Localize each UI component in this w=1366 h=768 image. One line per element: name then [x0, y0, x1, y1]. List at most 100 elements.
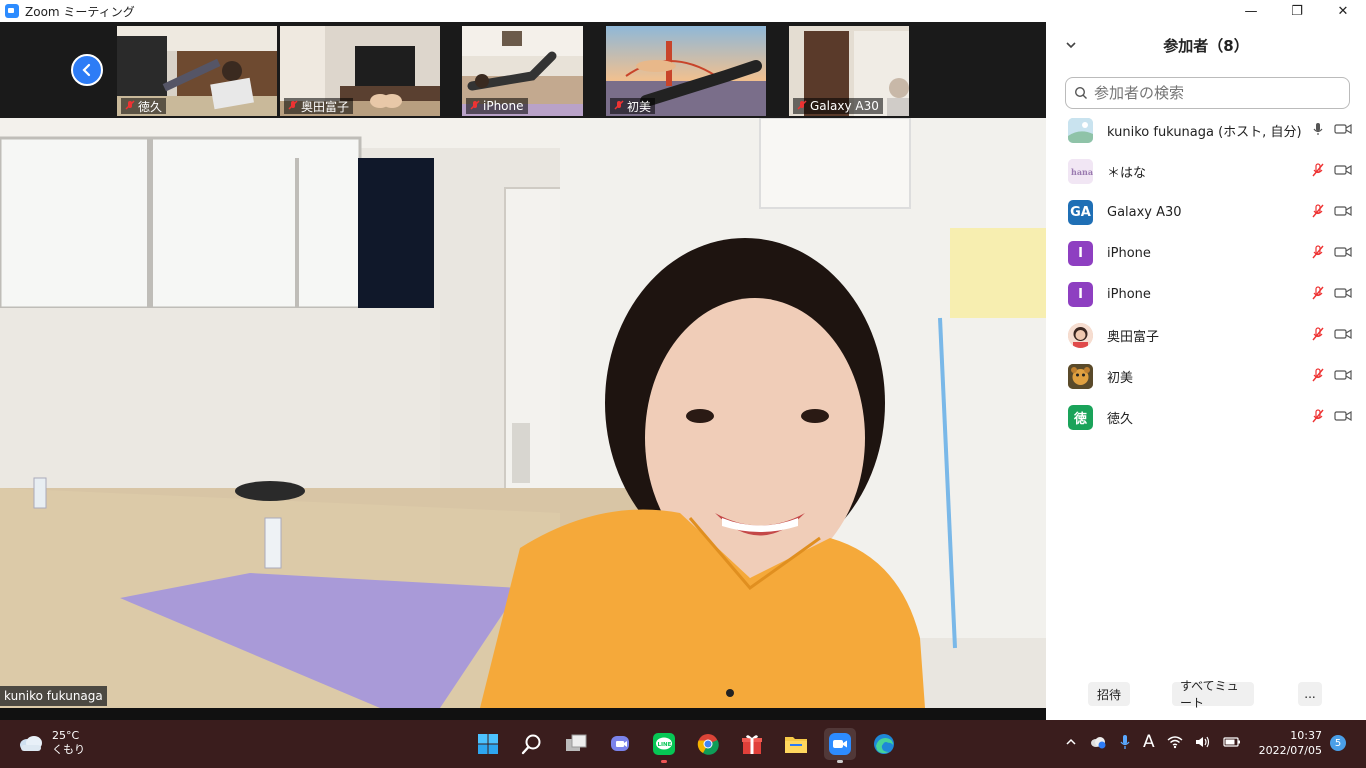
weather-widget[interactable]: 25°C くもり	[18, 729, 85, 757]
strip-prev-button[interactable]	[71, 54, 103, 86]
video-bottom-bar	[0, 708, 1046, 720]
notification-badge[interactable]: 5	[1330, 735, 1346, 751]
search-taskbar-button[interactable]	[516, 728, 548, 760]
windows-icon	[478, 734, 498, 754]
avatar	[1068, 364, 1093, 389]
teams-chat-button[interactable]	[604, 728, 636, 760]
task-view-button[interactable]	[560, 728, 592, 760]
svg-text:hana: hana	[1071, 167, 1093, 177]
video-thumbnail[interactable]: 奥田富子	[280, 26, 440, 116]
video-thumbnail[interactable]: iPhone	[462, 26, 583, 116]
weather-desc: くもり	[52, 743, 85, 756]
participant-search[interactable]	[1065, 77, 1350, 109]
svg-text:LINE: LINE	[658, 742, 672, 748]
chevron-up-icon[interactable]	[1065, 736, 1077, 748]
running-indicator	[661, 760, 667, 763]
mic-muted-icon	[797, 100, 807, 112]
participant-name: 徳久	[1107, 412, 1134, 427]
mic-muted-icon[interactable]	[1312, 368, 1324, 382]
zoom-app-icon	[5, 4, 19, 18]
search-icon	[521, 734, 541, 755]
participant-row[interactable]: 奥田富子	[1046, 315, 1366, 356]
video-camera-icon[interactable]	[1334, 164, 1352, 176]
mic-muted-icon	[470, 100, 480, 112]
video-camera-icon[interactable]	[1334, 123, 1352, 135]
line-app-button[interactable]: LINE	[648, 728, 680, 763]
video-thumbnail[interactable]: 初美	[606, 26, 766, 116]
microphone-icon[interactable]	[1119, 734, 1131, 750]
mic-muted-icon[interactable]	[1312, 245, 1324, 259]
cloud-icon	[20, 736, 42, 751]
chevron-down-icon[interactable]	[1064, 38, 1078, 52]
thumbnail-name: 徳久	[138, 99, 163, 114]
invite-button[interactable]: 招待	[1088, 682, 1130, 706]
volume-icon[interactable]	[1195, 735, 1211, 749]
avatar: hana	[1068, 159, 1093, 184]
video-camera-icon[interactable]	[1334, 246, 1352, 258]
chrome-button[interactable]	[692, 728, 724, 760]
ime-indicator[interactable]: A	[1143, 732, 1155, 752]
avatar: I	[1068, 282, 1093, 307]
video-camera-icon[interactable]	[1334, 410, 1352, 422]
wifi-icon[interactable]	[1167, 735, 1183, 749]
avatar: I	[1068, 241, 1093, 266]
thumbnail-strip: 徳久 奥田富子 iPhone 初美 Galaxy A30	[0, 22, 1046, 118]
mute-all-button[interactable]: すべてミュート	[1172, 679, 1254, 710]
participant-row[interactable]: 初美	[1046, 356, 1366, 397]
edge-icon	[874, 734, 894, 754]
video-camera-icon[interactable]	[1334, 328, 1352, 340]
video-thumbnail[interactable]: 徳久	[117, 26, 277, 116]
cloud-sync-icon[interactable]	[1089, 735, 1107, 749]
teams-chat-icon	[611, 736, 629, 751]
search-input[interactable]	[1094, 84, 1334, 102]
zoom-taskbar-button[interactable]	[824, 728, 856, 763]
participant-name: iPhone	[1107, 287, 1151, 302]
video-thumbnail[interactable]: Galaxy A30	[789, 26, 909, 116]
search-icon	[1074, 86, 1087, 99]
mic-icon[interactable]	[1312, 122, 1324, 136]
minimize-button[interactable]: —	[1228, 0, 1274, 22]
system-tray: A	[1065, 732, 1241, 752]
mic-muted-icon[interactable]	[1312, 409, 1324, 423]
gift-icon	[742, 735, 762, 754]
chevron-left-icon	[82, 63, 91, 77]
clock[interactable]: 10:37 2022/07/05	[1258, 728, 1322, 758]
participant-row[interactable]: 徳 徳久	[1046, 397, 1366, 438]
clock-date: 2022/07/05	[1258, 744, 1322, 757]
thumbnail-name: 初美	[627, 99, 652, 114]
file-explorer-button[interactable]	[780, 728, 812, 760]
participant-row[interactable]: kuniko fukunaga (ホスト, 自分)	[1046, 110, 1366, 151]
chrome-icon	[697, 734, 719, 755]
weather-temp: 25°C	[52, 729, 80, 742]
main-video-name-tag: kuniko fukunaga	[0, 686, 107, 706]
video-camera-icon[interactable]	[1334, 369, 1352, 381]
thumbnail-name: Galaxy A30	[810, 99, 879, 113]
participant-row[interactable]: I iPhone	[1046, 233, 1366, 274]
participant-row[interactable]: GA Galaxy A30	[1046, 192, 1366, 233]
edge-button[interactable]	[868, 728, 900, 760]
gift-app-button[interactable]	[736, 728, 768, 760]
main-video[interactable]	[0, 118, 1046, 708]
participant-name: kuniko fukunaga (ホスト, 自分)	[1107, 125, 1302, 140]
restore-button[interactable]: ❐	[1274, 0, 1320, 22]
mic-muted-icon[interactable]	[1312, 286, 1324, 300]
mic-muted-icon[interactable]	[1312, 204, 1324, 218]
close-button[interactable]: ✕	[1320, 0, 1366, 22]
participant-row[interactable]: I iPhone	[1046, 274, 1366, 315]
start-button[interactable]	[472, 728, 504, 760]
video-camera-icon[interactable]	[1334, 205, 1352, 217]
participant-row[interactable]: hana ＊はな	[1046, 151, 1366, 192]
participant-name: iPhone	[1107, 246, 1151, 261]
thumbnail-label: 奥田富子	[284, 98, 354, 114]
participant-name: 初美	[1107, 371, 1134, 386]
thumbnail-name: 奥田富子	[301, 99, 350, 114]
battery-icon[interactable]	[1223, 735, 1241, 749]
mic-muted-icon[interactable]	[1312, 327, 1324, 341]
mic-muted-icon	[125, 100, 135, 112]
panel-header: 参加者（8）	[1046, 22, 1366, 68]
mic-muted-icon[interactable]	[1312, 163, 1324, 177]
title-bar: Zoom ミーティング — ❐ ✕	[0, 0, 1366, 22]
more-button[interactable]: ...	[1298, 682, 1322, 706]
video-camera-icon[interactable]	[1334, 287, 1352, 299]
screen: Zoom ミーティング — ❐ ✕ 徳久 奥田富子 iPhone 初美 Gala…	[0, 0, 1366, 768]
